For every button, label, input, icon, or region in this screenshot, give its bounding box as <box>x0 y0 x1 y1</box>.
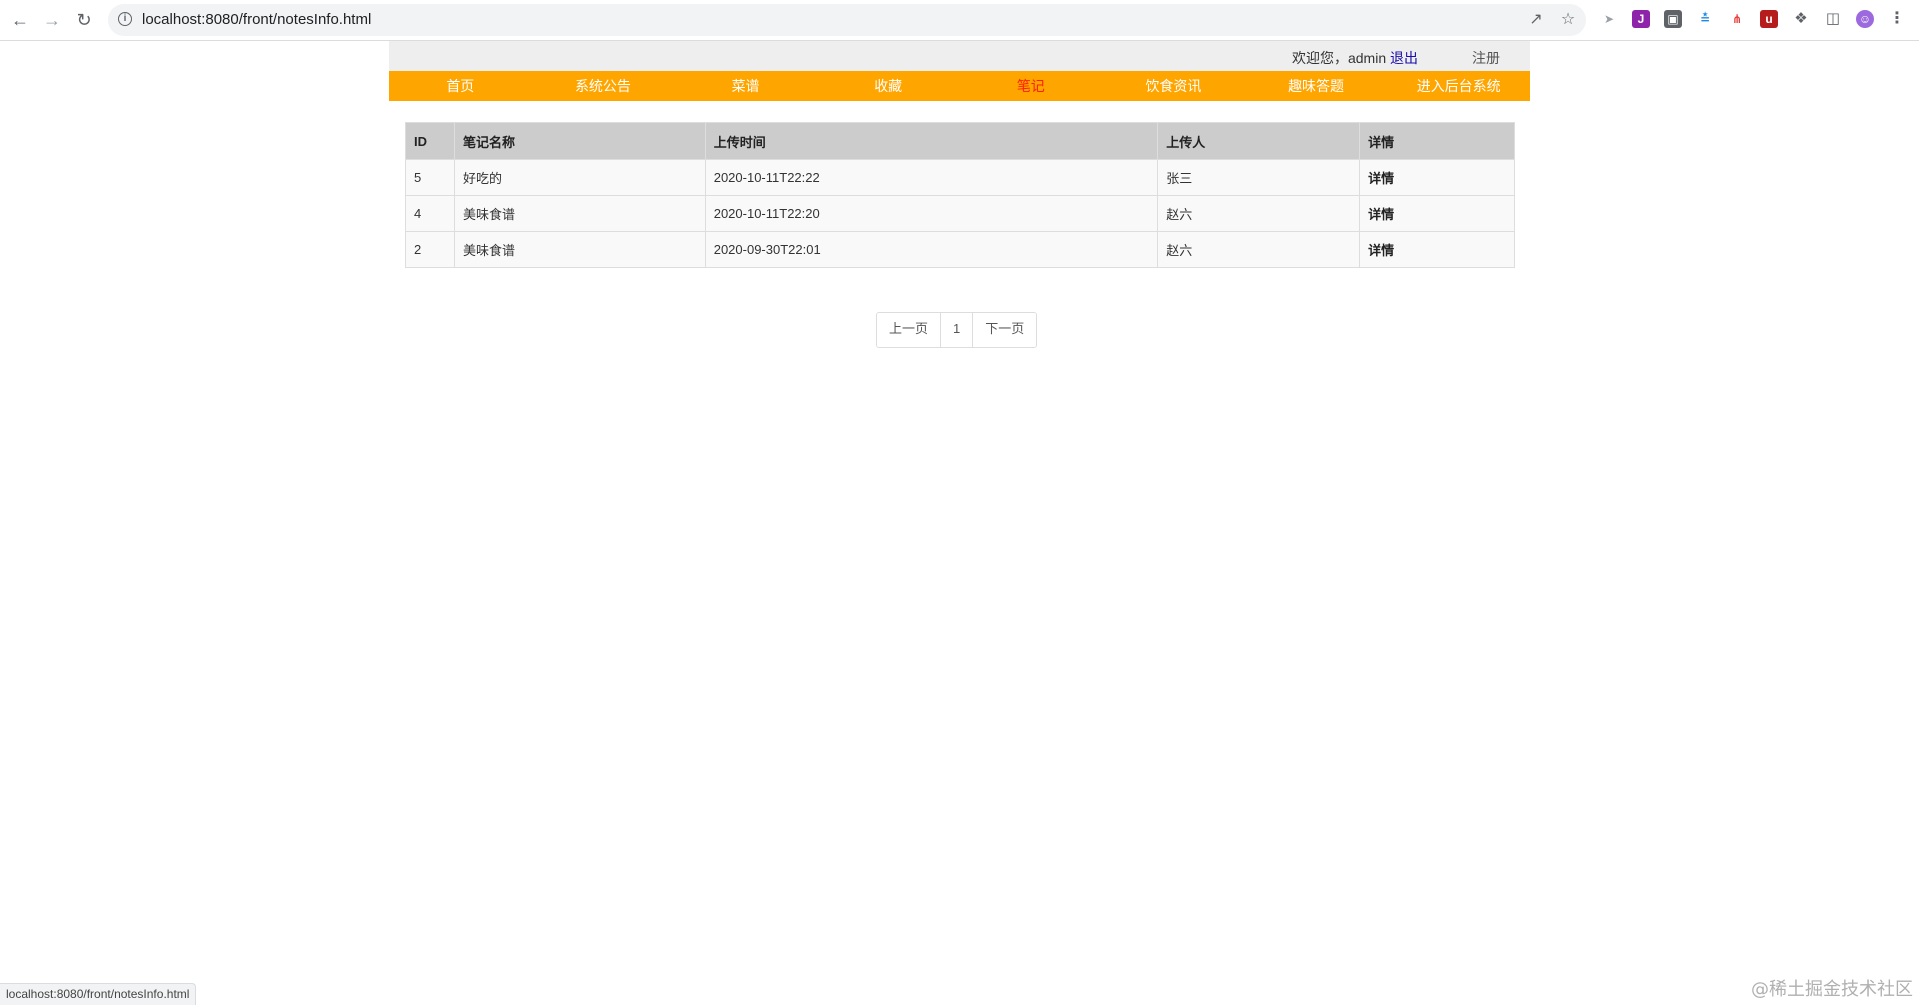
menu-item-quiz[interactable]: 趣味答题 <box>1245 71 1388 101</box>
welcome-label: 欢迎您，admin <box>1291 50 1387 66</box>
cell-name: 好吃的 <box>453 159 706 196</box>
menu-item-admin[interactable]: 进入后台系统 <box>1387 71 1530 101</box>
extension-icon[interactable]: J <box>1632 10 1650 28</box>
link-status-bar: localhost:8080/front/notesInfo.html <box>0 983 197 1005</box>
share-icon[interactable]: ↗ <box>1526 10 1546 30</box>
cell-time: 2020-09-30T22:01 <box>704 231 1159 268</box>
cursor-extension-icon[interactable]: ➤ <box>1600 10 1618 28</box>
user-topbar: 欢迎您，admin 退出 注册 <box>389 41 1530 71</box>
cell-id: 4 <box>405 195 455 232</box>
site-info-icon[interactable]: i <box>118 12 132 26</box>
page-number-button[interactable]: 1 <box>941 313 974 347</box>
watermark: @稀土掘金技术社区 <box>1751 979 1913 1000</box>
puzzle-extensions-icon[interactable]: ❖ <box>1792 10 1810 28</box>
cell-id: 5 <box>405 159 455 196</box>
menu-item-favorites[interactable]: 收藏 <box>817 71 960 101</box>
address-bar[interactable]: i localhost:8080/front/notesInfo.html ↗ … <box>108 4 1586 36</box>
cell-name: 美味食谱 <box>453 231 706 268</box>
detail-link[interactable]: 详情 <box>1359 159 1515 196</box>
cell-uploader: 张三 <box>1157 159 1361 196</box>
bookmark-star-icon[interactable]: ☆ <box>1558 10 1578 30</box>
table-row: 4 美味食谱 2020-10-11T22:20 赵六 详情 <box>405 195 1515 232</box>
table-row: 2 美味食谱 2020-09-30T22:01 赵六 详情 <box>405 231 1515 268</box>
avatar[interactable]: ☺ <box>1856 10 1874 28</box>
table-row: 5 好吃的 2020-10-11T22:22 张三 详情 <box>405 159 1515 196</box>
prev-page-button[interactable]: 上一页 <box>877 313 942 347</box>
register-link[interactable]: 注册 <box>1472 48 1500 68</box>
next-page-button[interactable]: 下一页 <box>973 313 1037 347</box>
reload-icon[interactable]: ↻ <box>72 8 96 32</box>
column-header-name: 笔记名称 <box>453 122 706 160</box>
logout-link[interactable]: 退出 <box>1390 50 1418 66</box>
forward-arrow-icon[interactable]: → <box>40 8 64 32</box>
cell-uploader: 赵六 <box>1157 231 1361 268</box>
column-header-detail: 详情 <box>1359 122 1515 160</box>
ublock-icon[interactable]: u <box>1760 10 1778 28</box>
page-container: 欢迎您，admin 退出 注册 首页 系统公告 菜谱 收藏 笔记 饮食资讯 趣味… <box>389 41 1530 348</box>
menu-item-announcements[interactable]: 系统公告 <box>532 71 675 101</box>
detail-link[interactable]: 详情 <box>1359 195 1515 232</box>
notes-table: ID 笔记名称 上传时间 上传人 详情 5 好吃的 2020-10-11T22:… <box>405 122 1515 268</box>
column-header-id: ID <box>405 122 455 160</box>
menu-item-home[interactable]: 首页 <box>389 71 532 101</box>
pagination: 上一页 1 下一页 <box>876 312 1038 348</box>
main-menu: 首页 系统公告 菜谱 收藏 笔记 饮食资讯 趣味答题 进入后台系统 <box>389 71 1530 101</box>
extension-icon[interactable]: ⋔ <box>1728 10 1746 28</box>
cell-name: 美味食谱 <box>453 195 706 232</box>
more-menu-icon[interactable]: ⋮ <box>1888 10 1906 28</box>
column-header-time: 上传时间 <box>704 122 1159 160</box>
extension-icon[interactable]: ▣ <box>1664 10 1682 28</box>
cell-uploader: 赵六 <box>1157 195 1361 232</box>
back-arrow-icon[interactable]: ← <box>8 8 32 32</box>
cell-time: 2020-10-11T22:20 <box>704 195 1159 232</box>
menu-item-recipes[interactable]: 菜谱 <box>674 71 817 101</box>
side-panel-icon[interactable]: ◫ <box>1824 10 1842 28</box>
menu-item-notes[interactable]: 笔记 <box>960 71 1103 101</box>
extension-icon[interactable]: ≛ <box>1696 10 1714 28</box>
welcome-text: 欢迎您，admin 退出 <box>1292 48 1418 68</box>
browser-toolbar: ← → ↻ i localhost:8080/front/notesInfo.h… <box>0 0 1919 41</box>
menu-item-food-news[interactable]: 饮食资讯 <box>1102 71 1245 101</box>
detail-link[interactable]: 详情 <box>1359 231 1515 268</box>
cell-id: 2 <box>405 231 455 268</box>
table-header-row: ID 笔记名称 上传时间 上传人 详情 <box>405 122 1515 160</box>
url-text[interactable]: localhost:8080/front/notesInfo.html <box>142 4 371 36</box>
column-header-uploader: 上传人 <box>1157 122 1361 160</box>
cell-time: 2020-10-11T22:22 <box>704 159 1159 196</box>
